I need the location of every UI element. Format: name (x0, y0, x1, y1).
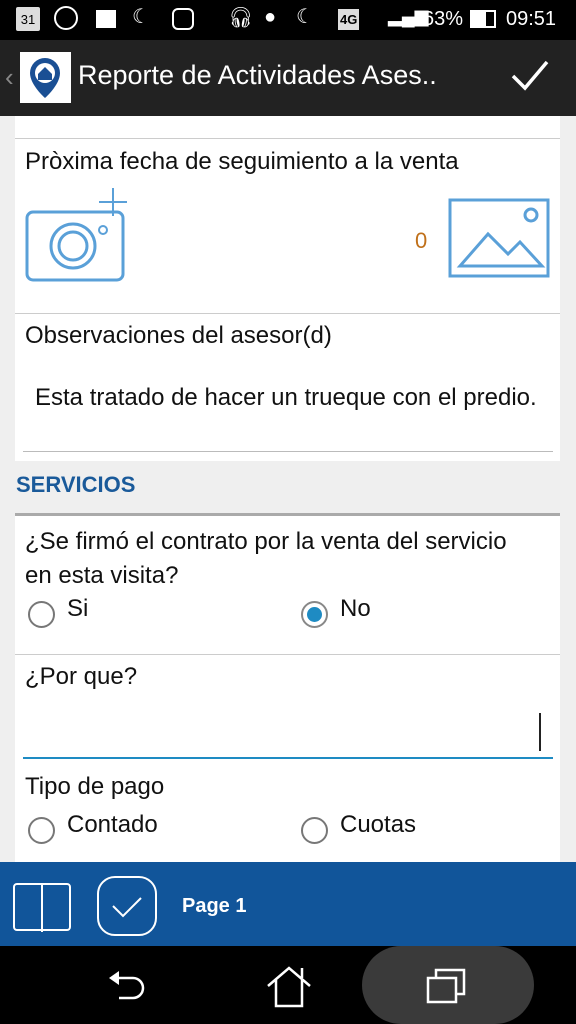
payment-radio-cuotas[interactable] (301, 817, 328, 844)
section-title-servicios: SERVICIOS (16, 472, 136, 497)
contract-radio-si[interactable] (28, 601, 55, 628)
back-nav-icon[interactable] (105, 968, 149, 1013)
clock: 09:51 (506, 8, 557, 30)
followup-panel: Pròxima fecha de seguimiento a la venta … (15, 116, 560, 461)
recents-nav-button[interactable] (362, 946, 534, 1024)
calendar-icon: 31 (16, 7, 40, 31)
why-input[interactable] (23, 709, 553, 759)
back-chevron-icon[interactable]: ‹ (5, 62, 14, 93)
gallery-icon (96, 10, 116, 28)
headphones-icon: 🎧︎ (228, 7, 254, 29)
payment-option-cuotas[interactable]: Cuotas (340, 811, 416, 839)
contract-radio-no[interactable] (301, 601, 328, 628)
moon-icon: ☾ (296, 6, 314, 28)
why-label: ¿Por que? (25, 663, 138, 690)
page-title: Reporte de Actividades Ases.. (78, 60, 437, 90)
bottom-bar: Page 1 (0, 862, 576, 946)
battery-percent: 63% (423, 8, 464, 30)
instagram-icon (172, 8, 194, 30)
photo-count: 0 (415, 228, 428, 253)
validate-check-button[interactable] (97, 876, 157, 936)
page-indicator: Page 1 (182, 895, 247, 917)
payment-option-contado[interactable]: Contado (67, 811, 158, 839)
servicios-panel: ¿Se firmó el contrato por la venta del s… (15, 513, 560, 862)
payment-label: Tipo de pago (25, 773, 165, 800)
network-badge: 4G (338, 9, 360, 30)
contract-question: ¿Se firmó el contrato por la venta del s… (25, 528, 507, 589)
gallery-image-icon[interactable] (448, 198, 552, 285)
moon-icon: ☾ (132, 6, 150, 28)
next-followup-label: Pròxima fecha de seguimiento a la venta (25, 148, 459, 175)
app-logo (20, 52, 71, 103)
location-icon: ● (264, 6, 277, 28)
contract-option-si[interactable]: Si (67, 595, 88, 623)
contract-option-no[interactable]: No (340, 595, 371, 623)
system-nav-bar (0, 946, 576, 1024)
payment-radio-contado[interactable] (28, 817, 55, 844)
whatsapp-icon (54, 6, 78, 30)
battery-icon (470, 10, 496, 28)
home-nav-icon[interactable] (264, 964, 314, 1013)
observations-label: Observaciones del asesor(d) (25, 322, 332, 349)
text-cursor (539, 713, 541, 751)
confirm-check-icon[interactable] (510, 58, 550, 99)
status-bar: 31 ☾ 🎧︎ ● ☾ 4G ▂▄▆ 63% 09:51 (0, 0, 576, 40)
add-photo-camera-icon[interactable] (25, 186, 140, 291)
book-icon[interactable] (12, 882, 74, 941)
observations-field[interactable]: Esta tratado de hacer un trueque con el … (23, 376, 553, 452)
